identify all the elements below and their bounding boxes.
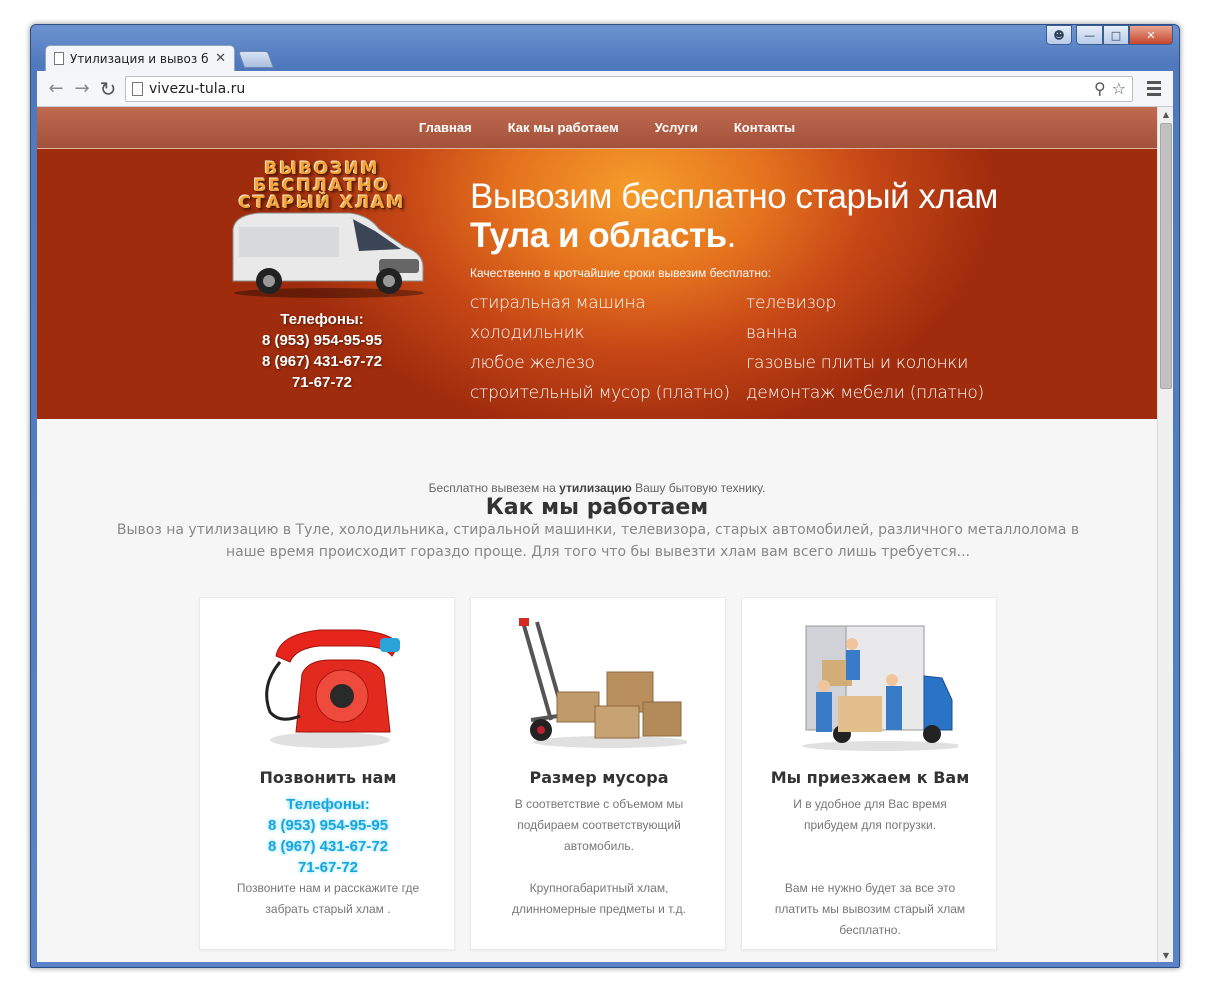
hero-title-text: Вывозим бесплатно старый хлам [470, 177, 998, 216]
address-bar[interactable]: ⚲ ☆ [125, 75, 1133, 102]
close-window-button[interactable]: ✕ [1129, 25, 1173, 45]
maximize-button[interactable]: □ [1103, 25, 1129, 45]
back-icon[interactable]: ← [43, 76, 69, 102]
nav-link-contacts[interactable]: Контакты [734, 120, 795, 135]
new-tab-button[interactable] [237, 51, 275, 68]
step-card-arrive: Мы приезжаем к Вам И в удобное для Вас в… [741, 597, 997, 950]
card-title: Мы приезжаем к Вам [770, 768, 970, 787]
browser-window: ☻ — □ ✕ Утилизация и вывоз быто ✕ ← → ↻ … [30, 24, 1180, 968]
service-item: строительный мусор (платно) [470, 383, 730, 403]
service-item: холодильник [470, 323, 585, 343]
hero-subtitle: Качественно в кротчайшие сроки вывезим б… [470, 266, 772, 280]
section-pretitle: Бесплатно вывезем на утилизацию Вашу быт… [37, 481, 1157, 495]
hand-truck-boxes-icon [519, 618, 687, 748]
card-text: Вам не нужно будет за все это платить мы… [774, 881, 966, 937]
card-title: Размер мусора [529, 768, 669, 787]
pretitle-text: Вашу бытовую технику. [631, 481, 766, 495]
nav-link-home[interactable]: Главная [419, 120, 472, 135]
tab-title: Утилизация и вывоз быто [70, 51, 209, 66]
card-text: В соответствие с объемом мы подбираем со… [514, 797, 684, 853]
section-title: Как мы работаем [485, 495, 709, 520]
browser-tab[interactable]: Утилизация и вывоз быто ✕ [45, 45, 235, 71]
page-icon [132, 81, 143, 96]
phone-number[interactable]: 71-67-72 [217, 372, 427, 393]
services-list: стиральная машина телевизор холодильник … [470, 288, 1030, 408]
service-item: стиральная машина [470, 293, 646, 313]
hero-title-bold: Тула и область [470, 216, 727, 255]
service-item: газовые плиты и колонки [746, 353, 968, 373]
telephone-icon [265, 629, 400, 748]
scroll-up-icon[interactable]: ▲ [1158, 107, 1173, 121]
phone-number[interactable]: 8 (967) 431-67-72 [217, 351, 427, 372]
card-phones: Телефоны: 8 (953) 954-95-95 8 (967) 431-… [200, 794, 456, 878]
hero-title: Вывозим бесплатно старый хлам Тула и обл… [470, 177, 1030, 255]
nav-link-services[interactable]: Услуги [655, 120, 698, 135]
close-tab-icon[interactable]: ✕ [215, 51, 226, 66]
page-icon [54, 52, 64, 65]
card-text: И в удобное для Вас время прибудем для п… [793, 797, 947, 832]
how-we-work-section: Бесплатно вывезем на утилизацию Вашу быт… [37, 419, 1157, 962]
steps-cards: Позвонить нам Телефоны: 8 (953) 954-95-9… [199, 597, 997, 950]
card-text: Позвоните нам и расскажите где забрать с… [236, 881, 420, 916]
service-item: телевизор [746, 293, 836, 313]
scroll-down-icon[interactable]: ▼ [1158, 948, 1173, 962]
bookmark-star-icon[interactable]: ☆ [1112, 79, 1126, 98]
hero-phones: Телефоны: 8 (953) 954-95-95 8 (967) 431-… [217, 309, 427, 393]
phone-number[interactable]: 71-67-72 [200, 857, 456, 878]
web-page: Главная Как мы работаем Услуги Контакты … [37, 107, 1157, 962]
browser-toolbar: ← → ↻ ⚲ ☆ [37, 71, 1173, 107]
card-title: Позвонить нам [259, 768, 397, 787]
site-navigation: Главная Как мы работаем Услуги Контакты [37, 107, 1157, 149]
service-item: ванна [746, 323, 798, 343]
phones-label: Телефоны: [280, 311, 364, 328]
window-controls: ☻ — □ ✕ [1046, 25, 1173, 45]
forward-icon[interactable]: → [69, 76, 95, 102]
page-viewport: Главная Как мы работаем Услуги Контакты … [37, 107, 1173, 962]
section-description: Вывоз на утилизацию в Туле, холодильника… [116, 522, 1080, 560]
card-text: Крупногабаритный хлам, длинномерные пред… [512, 881, 686, 916]
browser-menu-icon[interactable] [1141, 81, 1167, 96]
hero-title-end: . [726, 216, 737, 255]
scroll-thumb[interactable] [1160, 123, 1172, 389]
phone-number[interactable]: 8 (953) 954-95-95 [217, 330, 427, 351]
service-item: демонтаж мебели (платно) [746, 383, 984, 403]
phones-label: Телефоны: [286, 796, 370, 813]
zoom-icon[interactable]: ⚲ [1094, 79, 1106, 98]
pretitle-text: Бесплатно вывезем на [428, 481, 560, 495]
moving-truck-icon [802, 625, 958, 751]
pretitle-bold: утилизацию [559, 481, 632, 495]
vertical-scrollbar[interactable]: ▲ ▼ [1157, 107, 1173, 962]
phone-number[interactable]: 8 (953) 954-95-95 [200, 815, 456, 836]
url-input[interactable] [149, 80, 1088, 97]
step-card-call: Позвонить нам Телефоны: 8 (953) 954-95-9… [199, 597, 455, 950]
nav-link-how-we-work[interactable]: Как мы работаем [508, 120, 619, 135]
hero-banner: ВЫВОЗИМ БЕСПЛАТНО СТАРЫЙ ХЛАМ Телефоны: … [37, 149, 1157, 419]
minimize-button[interactable]: — [1076, 25, 1103, 45]
tab-strip: Утилизация и вывоз быто ✕ [45, 45, 275, 71]
user-profile-button[interactable]: ☻ [1046, 25, 1072, 45]
hero-logo: ВЫВОЗИМ БЕСПЛАТНО СТАРЫЙ ХЛАМ [227, 161, 417, 212]
reload-icon[interactable]: ↻ [95, 76, 121, 102]
service-item: любое железо [470, 353, 595, 373]
van-icon [232, 212, 424, 298]
step-card-size: Размер мусора В соответствие с объемом м… [470, 597, 726, 950]
phone-number[interactable]: 8 (967) 431-67-72 [200, 836, 456, 857]
